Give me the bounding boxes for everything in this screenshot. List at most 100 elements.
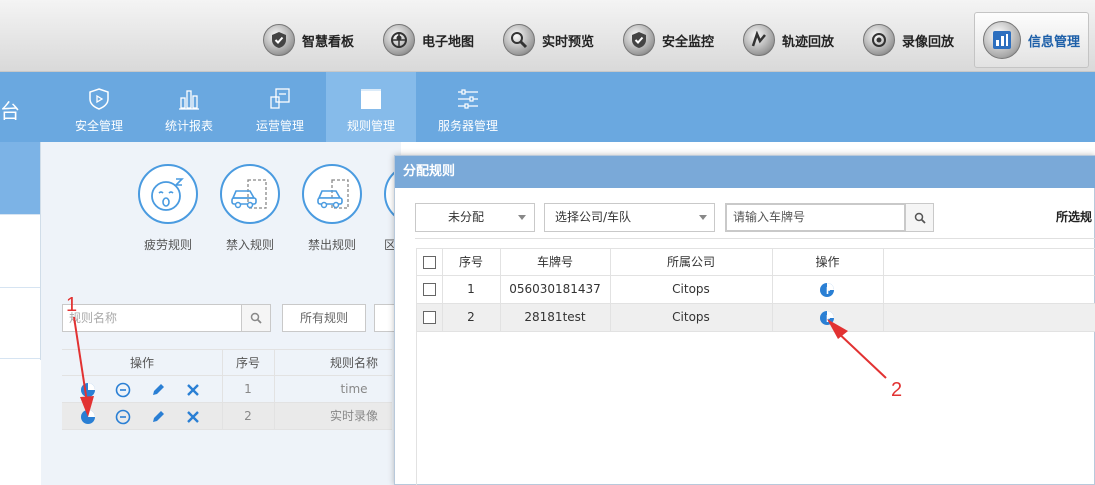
- app-root: 智慧看板 电子地图 实时预览 安全监控 轨迹回放 录像回放 信息管理 台 安全管…: [0, 0, 1095, 485]
- search-button[interactable]: [242, 304, 271, 332]
- operations-icon: [270, 88, 290, 109]
- row-checkbox[interactable]: [423, 311, 436, 324]
- divider: [883, 276, 884, 304]
- rule-card-fatigue[interactable]: 疲劳规则: [138, 164, 198, 253]
- topnav-label: 智慧看板: [302, 34, 355, 50]
- cell-index: 2: [467, 310, 475, 324]
- row-checkbox[interactable]: [423, 283, 436, 296]
- table-row: 1 time: [62, 376, 392, 403]
- header-index: 序号: [235, 356, 260, 370]
- cell-company: Citops: [672, 310, 710, 324]
- rule-name-search-input[interactable]: 规则名称: [62, 304, 242, 332]
- rule-card-no-exit[interactable]: 禁出规则: [302, 164, 362, 253]
- divider: [883, 304, 884, 332]
- divider: [415, 238, 1095, 239]
- selected-rules-label: 所选规: [1056, 210, 1093, 224]
- topnav-label: 安全监控: [662, 34, 715, 50]
- all-rules-button[interactable]: 所有规则: [282, 304, 366, 332]
- dialog-title: 分配规则: [395, 156, 1095, 188]
- topnav-label: 电子地图: [422, 34, 475, 50]
- divider: [0, 214, 40, 215]
- divider: [0, 287, 40, 288]
- assign-icon[interactable]: [80, 382, 96, 398]
- rule-card-label: 疲劳规则: [143, 238, 192, 252]
- assign-status-select[interactable]: 未分配: [415, 203, 535, 232]
- module-rules-management[interactable]: 规则管理: [326, 72, 416, 142]
- cell-plate: 28181test: [524, 310, 586, 324]
- table-row: 2 实时录像: [62, 403, 392, 430]
- module-label: 统计报表: [164, 119, 213, 133]
- rule-card-label: 禁入规则: [225, 238, 274, 252]
- topnav-label: 录像回放: [902, 34, 955, 50]
- plate-search-button[interactable]: [906, 203, 934, 232]
- left-sidebar-active-item[interactable]: [0, 142, 40, 214]
- assign-rule-dialog: 分配规则 未分配 选择公司/车队 请输入车牌号 所选规 序号 车牌号 所属公司: [394, 155, 1095, 485]
- topnav-label: 实时预览: [542, 34, 595, 50]
- plate-number-input[interactable]: 请输入车牌号: [725, 203, 906, 232]
- table-header-row: 操作 序号 规则名称: [62, 349, 392, 377]
- select-value: 未分配: [448, 210, 485, 224]
- delete-x-icon[interactable]: [185, 409, 201, 425]
- annotation-label-1: 1: [66, 294, 78, 316]
- video-playback-icon: [863, 24, 895, 56]
- assign-icon[interactable]: [819, 310, 835, 326]
- topnav-label: 信息管理: [1028, 34, 1081, 50]
- row-actions: [80, 403, 220, 430]
- company-fleet-select[interactable]: 选择公司/车队: [544, 203, 715, 232]
- minus-circle-icon[interactable]: [115, 382, 131, 398]
- rules-book-icon: [361, 89, 381, 109]
- module-operations-management[interactable]: 运营管理: [251, 72, 309, 142]
- annotation-label-2: 2: [891, 379, 903, 401]
- topnav-electronic-map[interactable]: 电子地图: [383, 20, 474, 60]
- divider: [0, 358, 40, 359]
- header-ops: 操作: [129, 356, 154, 370]
- topnav-smart-dashboard[interactable]: 智慧看板: [263, 20, 354, 60]
- rule-card-no-entry[interactable]: 禁入规则: [220, 164, 280, 253]
- header-ops: 操作: [815, 255, 840, 269]
- delete-x-icon[interactable]: [185, 382, 201, 398]
- table-header-row: 序号 车牌号 所属公司 操作: [417, 248, 1095, 277]
- rule-card-label: 禁出规则: [307, 238, 356, 252]
- select-value: 选择公司/车队: [555, 210, 632, 224]
- brand-title-partial: 台: [0, 99, 20, 123]
- minus-circle-icon[interactable]: [115, 409, 131, 425]
- topnav-live-preview[interactable]: 实时预览: [503, 20, 594, 60]
- module-label: 安全管理: [74, 119, 123, 133]
- topnav-video-playback[interactable]: 录像回放: [863, 20, 954, 60]
- chevron-down-icon: [518, 215, 526, 220]
- fatigue-face-icon: [138, 164, 198, 224]
- car-enter-icon: [220, 164, 280, 224]
- module-statistics-report[interactable]: 统计报表: [160, 72, 218, 142]
- select-all-checkbox[interactable]: [423, 256, 436, 269]
- chevron-down-icon: [699, 215, 707, 220]
- assign-icon[interactable]: [80, 409, 96, 425]
- car-exit-icon: [302, 164, 362, 224]
- cell-index: 2: [244, 409, 252, 423]
- table-row: 2 28181test Citops: [417, 304, 1095, 332]
- header-plate: 车牌号: [536, 255, 573, 269]
- module-safety-management[interactable]: 安全管理: [70, 72, 128, 142]
- edit-pencil-icon[interactable]: [150, 409, 166, 425]
- topnav-label: 轨迹回放: [782, 34, 835, 50]
- bar-chart-icon: [179, 90, 199, 110]
- module-label: 规则管理: [346, 119, 395, 133]
- cell-index: 1: [467, 282, 475, 296]
- search-icon: [250, 312, 262, 324]
- cell-plate: 056030181437: [509, 282, 601, 296]
- edit-pencil-icon[interactable]: [150, 382, 166, 398]
- header-company: 所属公司: [666, 255, 715, 269]
- cell-index: 1: [244, 382, 252, 396]
- module-server-management[interactable]: 服务器管理: [433, 72, 503, 142]
- topnav-safety-monitoring[interactable]: 安全监控: [623, 20, 714, 60]
- topnav-info-management[interactable]: 信息管理: [974, 12, 1090, 68]
- shield-check-icon: [263, 24, 295, 56]
- module-label: 服务器管理: [437, 119, 498, 133]
- cell-ops: [772, 276, 883, 304]
- topnav-track-playback[interactable]: 轨迹回放: [743, 20, 834, 60]
- assign-icon[interactable]: [819, 282, 835, 298]
- shield-check-icon: [623, 24, 655, 56]
- search-icon: [914, 212, 926, 224]
- magnifier-icon: [503, 24, 535, 56]
- module-label: 运营管理: [255, 119, 304, 133]
- row-actions: [80, 376, 220, 403]
